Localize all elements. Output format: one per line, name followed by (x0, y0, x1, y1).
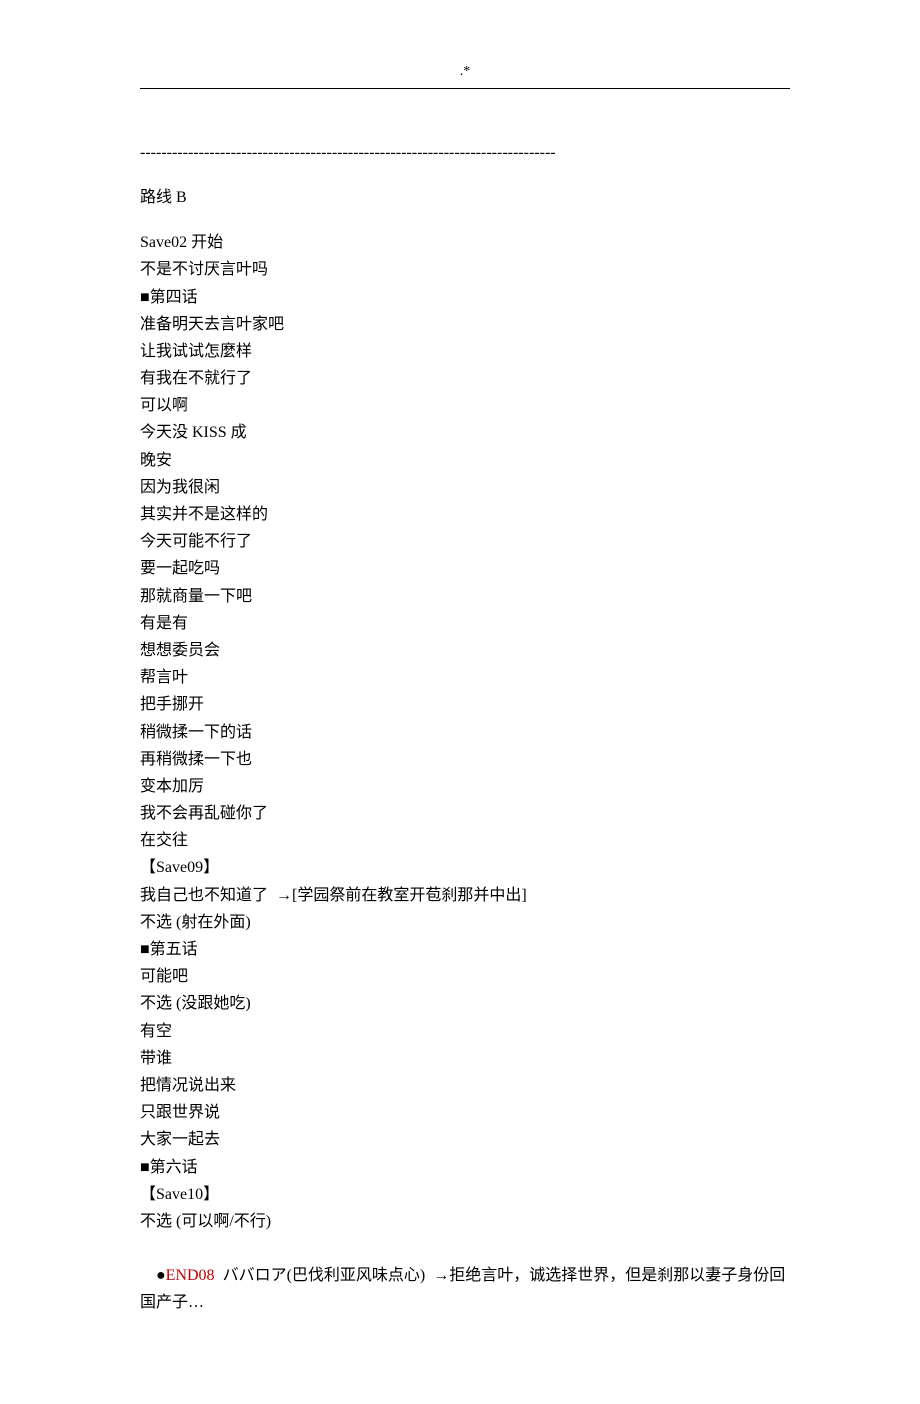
body-lines: Save02 开始不是不讨厌言叶吗■第四话准备明天去言叶家吧让我试试怎麼样有我在… (140, 229, 790, 1235)
text-line: 大家一起去 (140, 1126, 790, 1153)
text-line: 把手挪开 (140, 691, 790, 718)
text-line: 不选 (射在外面) (140, 909, 790, 936)
text-line: ■第四话 (140, 284, 790, 311)
text-line: 我自己也不知道了 →[学园祭前在教室开苞刹那并中出] (140, 882, 790, 909)
text-line: 今天没 KISS 成 (140, 419, 790, 446)
separator-line: ----------------------------------------… (140, 139, 790, 166)
text-line: 有是有 (140, 610, 790, 637)
text-line: 再稍微揉一下也 (140, 746, 790, 773)
text-line: ■第五话 (140, 936, 790, 963)
text-line: 让我试试怎麼样 (140, 338, 790, 365)
text-line: 稍微揉一下的话 (140, 719, 790, 746)
text-line: Save02 开始 (140, 229, 790, 256)
text-line: 那就商量一下吧 (140, 583, 790, 610)
spacer (140, 211, 790, 229)
end-line: ●END08 ババロア(巴伐利亚风味点心) →拒绝言叶，诚选择世界，但是刹那以妻… (140, 1235, 790, 1344)
text-line: 想想委员会 (140, 637, 790, 664)
text-line: 其实并不是这样的 (140, 501, 790, 528)
text-line: 有我在不就行了 (140, 365, 790, 392)
text-line: 有空 (140, 1018, 790, 1045)
end-bullet: ● (156, 1267, 166, 1284)
text-line: 不选 (可以啊/不行) (140, 1208, 790, 1235)
text-line: 我不会再乱碰你了 (140, 800, 790, 827)
text-line: 今天可能不行了 (140, 528, 790, 555)
text-line: 因为我很闲 (140, 474, 790, 501)
end-text: ババロア(巴伐利亚风味点心) →拒绝言叶，诚选择世界，但是刹那以妻子身份回国产子… (140, 1267, 785, 1311)
text-line: 【Save10】 (140, 1181, 790, 1208)
text-line: 晚安 (140, 447, 790, 474)
text-line: 准备明天去言叶家吧 (140, 311, 790, 338)
spacer (140, 166, 790, 184)
text-line: 在交往 (140, 827, 790, 854)
end-code: END08 (166, 1267, 215, 1284)
text-line: 不是不讨厌言叶吗 (140, 256, 790, 283)
text-line: 把情况说出来 (140, 1072, 790, 1099)
text-line: 只跟世界说 (140, 1099, 790, 1126)
text-line: 带谁 (140, 1045, 790, 1072)
text-line: 可能吧 (140, 963, 790, 990)
text-line: 变本加厉 (140, 773, 790, 800)
header-rule (140, 88, 790, 89)
text-line: 【Save09】 (140, 854, 790, 881)
text-line: 不选 (没跟她吃) (140, 990, 790, 1017)
text-line: ■第六话 (140, 1154, 790, 1181)
route-title: 路线 B (140, 184, 790, 211)
document-page: .* -------------------------------------… (0, 0, 920, 1404)
text-line: 可以啊 (140, 392, 790, 419)
text-line: 要一起吃吗 (140, 555, 790, 582)
page-header-mark: .* (140, 60, 790, 84)
text-line: 帮言叶 (140, 664, 790, 691)
